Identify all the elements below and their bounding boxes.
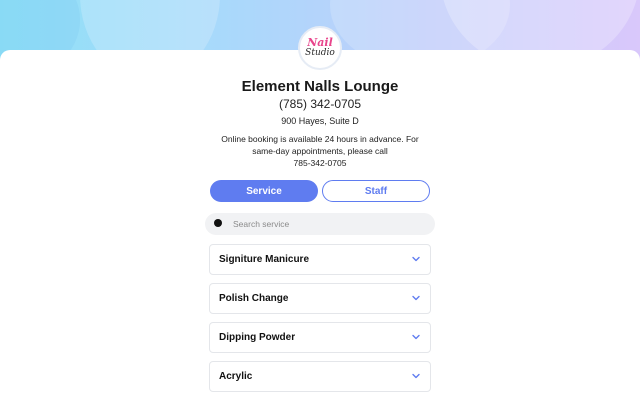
search-bar (205, 213, 437, 235)
service-label: Polish Change (219, 293, 289, 304)
chevron-down-icon (412, 256, 420, 262)
booking-note-text: Online booking is available 24 hours in … (221, 134, 419, 156)
studio-logo: Nail Studio (298, 26, 342, 70)
booking-call-number[interactable]: 785-342-0705 (294, 158, 347, 168)
service-item-polish-change[interactable]: Polish Change (209, 283, 431, 314)
tab-staff[interactable]: Staff (322, 180, 430, 202)
service-item-dipping-powder[interactable]: Dipping Powder (209, 322, 431, 353)
logo-text-studio: Studio (305, 47, 335, 58)
search-icon (214, 219, 222, 227)
chevron-down-icon (412, 373, 420, 379)
tab-service[interactable]: Service (210, 180, 318, 202)
service-item-acrylic[interactable]: Acrylic (209, 361, 431, 392)
chevron-down-icon (412, 334, 420, 340)
service-label: Acrylic (219, 371, 253, 382)
salon-address: 900 Hayes, Suite D (281, 116, 359, 126)
search-input[interactable] (229, 216, 437, 232)
logo-text-nail: Nail (307, 35, 333, 49)
service-label: Dipping Powder (219, 332, 296, 343)
service-item-signiture-manicure[interactable]: Signiture Manicure (209, 244, 431, 275)
booking-note: Online booking is available 24 hours in … (210, 133, 430, 169)
salon-phone[interactable]: (785) 342-0705 (0, 97, 640, 111)
salon-name: Element Nalls Lounge (241, 78, 399, 95)
chevron-down-icon (412, 295, 420, 301)
service-label: Signiture Manicure (219, 254, 310, 265)
